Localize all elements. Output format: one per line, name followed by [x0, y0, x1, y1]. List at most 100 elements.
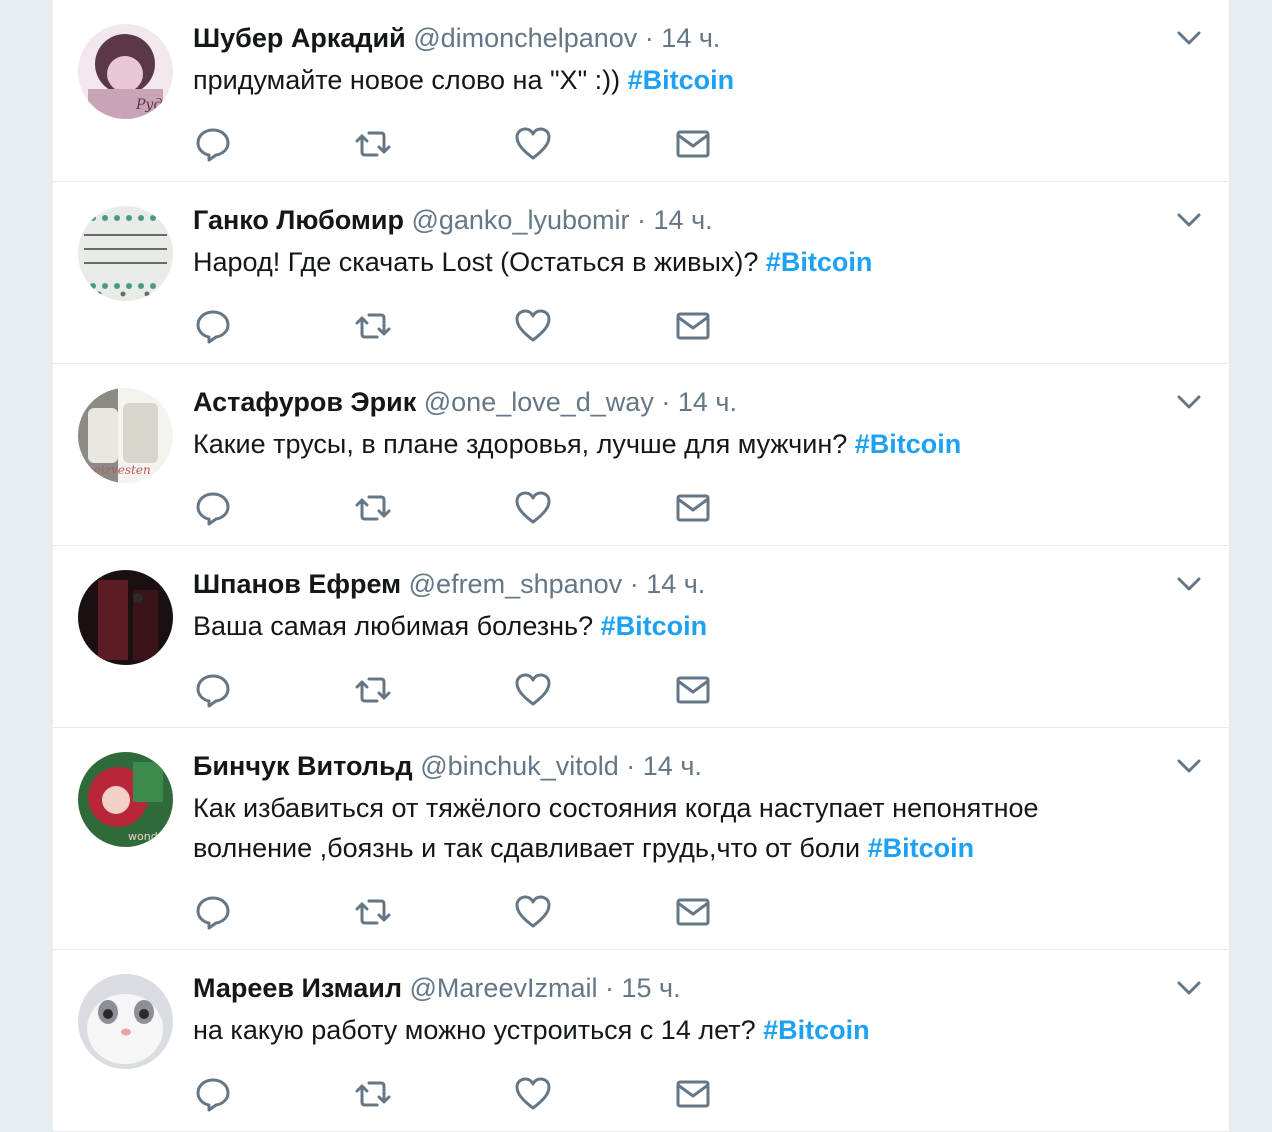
- reply-icon[interactable]: [193, 306, 233, 346]
- tweet[interactable]: Ганко Любомир @ganko_lyubomir · 14 ч. На…: [53, 182, 1229, 364]
- tweet-body: Народ! Где скачать Lost (Остаться в живы…: [193, 247, 759, 277]
- hashtag-link[interactable]: #Bitcoin: [601, 611, 708, 641]
- separator: ·: [629, 569, 639, 599]
- tweet-text: на какую работу можно устроиться с 14 ле…: [193, 1010, 1153, 1050]
- tweet-body: Ваша самая любимая болезнь?: [193, 611, 594, 641]
- tweet-body: волнение ,боязнь и так сдавливает грудь,…: [193, 833, 861, 863]
- retweet-icon[interactable]: [353, 488, 393, 528]
- tweet-actions: [193, 892, 793, 932]
- timestamp[interactable]: 14 ч.: [654, 205, 713, 235]
- chevron-down-icon[interactable]: [1171, 970, 1207, 1006]
- chevron-down-icon[interactable]: [1171, 20, 1207, 56]
- avatar[interactable]: [78, 570, 173, 665]
- hashtag-link[interactable]: #Bitcoin: [766, 247, 873, 277]
- tweet-actions: [193, 670, 793, 710]
- svg-text:neizvesten: neizvesten: [86, 463, 151, 477]
- avatar[interactable]: [78, 206, 173, 301]
- tweet-body: Какие трусы, в плане здоровья, лучше для…: [193, 429, 848, 459]
- avatar[interactable]: [78, 974, 173, 1069]
- username[interactable]: @one_love_d_way: [424, 387, 654, 417]
- display-name[interactable]: Астафуров Эрик: [193, 387, 416, 417]
- separator: ·: [604, 973, 614, 1003]
- heart-icon[interactable]: [513, 306, 553, 346]
- chevron-down-icon[interactable]: [1171, 384, 1207, 420]
- tweet-header: Ганко Любомир @ganko_lyubomir · 14 ч.: [193, 202, 713, 238]
- chevron-down-icon[interactable]: [1171, 748, 1207, 784]
- display-name[interactable]: Бинчук Витольд: [193, 751, 413, 781]
- timestamp[interactable]: 15 ч.: [622, 973, 681, 1003]
- timestamp[interactable]: 14 ч.: [643, 751, 702, 781]
- retweet-icon[interactable]: [353, 306, 393, 346]
- hashtag-link[interactable]: #Bitcoin: [763, 1015, 870, 1045]
- tweet-actions: [193, 306, 793, 346]
- tweet-body: Как избавиться от тяжёлого состояния ког…: [193, 793, 1039, 823]
- tweet[interactable]: Рудо Шубер Аркадий @dimonchelpanov · 14 …: [53, 0, 1229, 182]
- heart-icon[interactable]: [513, 488, 553, 528]
- envelope-icon[interactable]: [673, 892, 713, 932]
- separator: ·: [637, 205, 647, 235]
- tweet-header: Бинчук Витольд @binchuk_vitold · 14 ч.: [193, 748, 702, 784]
- heart-icon[interactable]: [513, 892, 553, 932]
- display-name[interactable]: Шубер Аркадий: [193, 23, 406, 53]
- separator: ·: [644, 23, 654, 53]
- hashtag-link[interactable]: #Bitcoin: [855, 429, 962, 459]
- tweet-text: Как избавиться от тяжёлого состояния ког…: [193, 788, 1153, 868]
- tweet-text: Какие трусы, в плане здоровья, лучше для…: [193, 424, 1153, 464]
- timestamp[interactable]: 14 ч.: [678, 387, 737, 417]
- display-name[interactable]: Мареев Измаил: [193, 973, 402, 1003]
- timestamp[interactable]: 14 ч.: [661, 23, 720, 53]
- envelope-icon[interactable]: [673, 306, 713, 346]
- reply-icon[interactable]: [193, 892, 233, 932]
- avatar[interactable]: wonder: [78, 752, 173, 847]
- tweet-header: Мареев Измаил @MareevIzmail · 15 ч.: [193, 970, 681, 1006]
- envelope-icon[interactable]: [673, 1074, 713, 1114]
- retweet-icon[interactable]: [353, 1074, 393, 1114]
- heart-icon[interactable]: [513, 1074, 553, 1114]
- tweet[interactable]: Шпанов Ефрем @efrem_shpanov · 14 ч. Ваша…: [53, 546, 1229, 728]
- reply-icon[interactable]: [193, 488, 233, 528]
- username[interactable]: @ganko_lyubomir: [411, 205, 629, 235]
- heart-icon[interactable]: [513, 124, 553, 164]
- reply-icon[interactable]: [193, 1074, 233, 1114]
- tweet[interactable]: neizvesten Астафуров Эрик @one_love_d_wa…: [53, 364, 1229, 546]
- tweet-actions: [193, 124, 793, 164]
- chevron-down-icon[interactable]: [1171, 202, 1207, 238]
- separator: ·: [626, 751, 636, 781]
- avatar[interactable]: Рудо: [78, 24, 173, 119]
- username[interactable]: @binchuk_vitold: [420, 751, 619, 781]
- username[interactable]: @efrem_shpanov: [409, 569, 623, 599]
- tweet-text: Ваша самая любимая болезнь? #Bitcoin: [193, 606, 1153, 646]
- display-name[interactable]: Шпанов Ефрем: [193, 569, 401, 599]
- tweet-header: Шпанов Ефрем @efrem_shpanov · 14 ч.: [193, 566, 705, 602]
- tweet-header: Шубер Аркадий @dimonchelpanov · 14 ч.: [193, 20, 720, 56]
- separator: ·: [661, 387, 671, 417]
- reply-icon[interactable]: [193, 670, 233, 710]
- display-name[interactable]: Ганко Любомир: [193, 205, 404, 235]
- retweet-icon[interactable]: [353, 892, 393, 932]
- hashtag-link[interactable]: #Bitcoin: [868, 833, 975, 863]
- tweet-body: придумайте новое слово на "Х" :)): [193, 65, 621, 95]
- reply-icon[interactable]: [193, 124, 233, 164]
- envelope-icon[interactable]: [673, 124, 713, 164]
- envelope-icon[interactable]: [673, 670, 713, 710]
- envelope-icon[interactable]: [673, 488, 713, 528]
- tweet-actions: [193, 488, 793, 528]
- retweet-icon[interactable]: [353, 670, 393, 710]
- tweet-actions: [193, 1074, 793, 1114]
- svg-text:wonder: wonder: [128, 830, 169, 843]
- heart-icon[interactable]: [513, 670, 553, 710]
- tweet[interactable]: wonder Бинчук Витольд @binchuk_vitold · …: [53, 728, 1229, 950]
- svg-text:Рудо: Рудо: [135, 97, 171, 113]
- timestamp[interactable]: 14 ч.: [646, 569, 705, 599]
- username[interactable]: @dimonchelpanov: [413, 23, 637, 53]
- tweet-header: Астафуров Эрик @one_love_d_way · 14 ч.: [193, 384, 737, 420]
- chevron-down-icon[interactable]: [1171, 566, 1207, 602]
- tweet-text: Народ! Где скачать Lost (Остаться в живы…: [193, 242, 1153, 282]
- avatar[interactable]: neizvesten: [78, 388, 173, 483]
- hashtag-link[interactable]: #Bitcoin: [628, 65, 735, 95]
- username[interactable]: @MareevIzmail: [410, 973, 598, 1003]
- tweet-text: придумайте новое слово на "Х" :)) #Bitco…: [193, 60, 1153, 100]
- retweet-icon[interactable]: [353, 124, 393, 164]
- tweet-body: на какую работу можно устроиться с 14 ле…: [193, 1015, 756, 1045]
- tweet[interactable]: Мареев Измаил @MareevIzmail · 15 ч. на к…: [53, 950, 1229, 1132]
